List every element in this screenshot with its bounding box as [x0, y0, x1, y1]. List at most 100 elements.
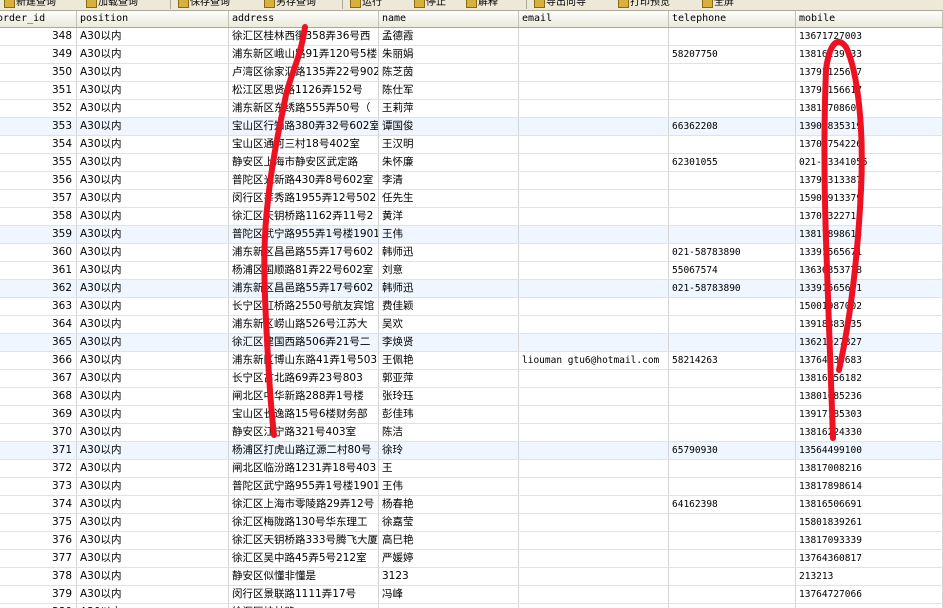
explain-button[interactable]: 解释: [464, 0, 498, 9]
cell-name[interactable]: 彭佳玮: [379, 406, 519, 423]
cell-email[interactable]: [519, 334, 669, 351]
table-row[interactable]: 350 A30以内 卢湾区徐家汇路135弄22号902 陈芝茵 13792125677: [0, 64, 943, 82]
cell-mobile[interactable]: 13792156617: [796, 82, 943, 99]
cell-order-id[interactable]: 348: [0, 28, 77, 45]
cell-address[interactable]: 浦东新区昌邑路55弄17号602: [229, 280, 379, 297]
cell-email[interactable]: [519, 406, 669, 423]
cell-order-id[interactable]: 369: [0, 406, 77, 423]
table-row[interactable]: 362 A30以内 浦东新区昌邑路55弄17号602 韩师迅 021-58783890 1…: [0, 280, 943, 298]
cell-mobile[interactable]: 213213: [796, 568, 943, 585]
cell-name[interactable]: 韩师迅: [379, 280, 519, 297]
cell-order-id[interactable]: 368: [0, 388, 77, 405]
cell-position[interactable]: A30以内: [77, 550, 229, 567]
cell-mobile[interactable]: 13564499100: [796, 442, 943, 459]
cell-order-id[interactable]: 362: [0, 280, 77, 297]
cell-order-id[interactable]: 356: [0, 172, 77, 189]
cell-telephone[interactable]: [669, 370, 796, 387]
stop-button[interactable]: 停止: [412, 0, 446, 9]
cell-mobile[interactable]: 13816239733: [796, 46, 943, 63]
cell-email[interactable]: [519, 46, 669, 63]
column-header-email[interactable]: email: [519, 11, 669, 27]
cell-name[interactable]: 陈洁: [379, 424, 519, 441]
cell-address[interactable]: 长宁区古北路69弄23号803: [229, 370, 379, 387]
cell-address[interactable]: 静安区似懂非懂是: [229, 568, 379, 585]
table-row[interactable]: 377 A30以内 徐汇区吴中路45弄5号212室 严媛婷 13764360817: [0, 550, 943, 568]
table-row[interactable]: 365 A30以内 徐汇区建国西路506弄21号二 李焕贤 13621927827: [0, 334, 943, 352]
cell-mobile[interactable]: 13795313387: [796, 172, 943, 189]
cell-email[interactable]: [519, 172, 669, 189]
cell-mobile[interactable]: 13801685236: [796, 388, 943, 405]
save-query-button[interactable]: 保存查询: [176, 0, 230, 9]
cell-address[interactable]: 静安区江宁路321号403室: [229, 424, 379, 441]
cell-position[interactable]: A30以内: [77, 406, 229, 423]
table-row[interactable]: 375 A30以内 徐汇区梅陇路130号华东理工 徐嘉莹 15801839261: [0, 514, 943, 532]
cell-name[interactable]: 3123: [379, 568, 519, 585]
cell-email[interactable]: [519, 532, 669, 549]
cell-position[interactable]: A30以内: [77, 334, 229, 351]
cell-email[interactable]: [519, 586, 669, 603]
column-header-address[interactable]: address: [229, 11, 379, 27]
cell-mobile[interactable]: 13764236683: [796, 352, 943, 369]
cell-order-id[interactable]: 358: [0, 208, 77, 225]
cell-name[interactable]: 孟德霞: [379, 28, 519, 45]
cell-mobile[interactable]: 13817898614: [796, 478, 943, 495]
cell-position[interactable]: A30以内: [77, 172, 229, 189]
cell-address[interactable]: 卢湾区徐家汇路135弄22号902: [229, 64, 379, 81]
table-row[interactable]: 354 A30以内 宝山区通河三村18号402室 王汉明 13701754226: [0, 136, 943, 154]
table-row[interactable]: 349 A30以内 浦东新区峨山路91弄120号5楼 朱丽娟 58207750 13816…: [0, 46, 943, 64]
cell-telephone[interactable]: [669, 334, 796, 351]
table-row[interactable]: 356 A30以内 普陀区光新路430弄8号602室 李清 13795313387: [0, 172, 943, 190]
cell-mobile[interactable]: 13816224330: [796, 424, 943, 441]
table-row[interactable]: 374 A30以内 徐汇区上海市零陵路29弄12号 杨春艳 64162398 138165…: [0, 496, 943, 514]
cell-address[interactable]: 徐汇区桂林西街358弄36号西: [229, 28, 379, 45]
cell-address[interactable]: 松江区思贤路1126弄152号: [229, 82, 379, 99]
cell-position[interactable]: A30以内: [77, 514, 229, 531]
cell-position[interactable]: A30以内: [77, 28, 229, 45]
cell-order-id[interactable]: 353: [0, 118, 77, 135]
cell-email[interactable]: [519, 100, 669, 117]
cell-telephone[interactable]: [669, 208, 796, 225]
export-wizard-button[interactable]: 导出向导: [532, 0, 586, 9]
cell-address[interactable]: 杨浦区打虎山路辽源二村80号: [229, 442, 379, 459]
cell-order-id[interactable]: 359: [0, 226, 77, 243]
cell-mobile[interactable]: 13817008216: [796, 460, 943, 477]
cell-name[interactable]: 陈仕军: [379, 82, 519, 99]
cell-position[interactable]: A30以内: [77, 298, 229, 315]
cell-address[interactable]: 宝山区长逸路15号6楼财务部: [229, 406, 379, 423]
cell-address[interactable]: 徐汇区天钥桥路1162弄11号2: [229, 208, 379, 225]
cell-name[interactable]: 谭国俊: [379, 118, 519, 135]
cell-order-id[interactable]: 378: [0, 568, 77, 585]
cell-mobile[interactable]: 15001987002: [796, 298, 943, 315]
cell-email[interactable]: [519, 262, 669, 279]
cell-telephone[interactable]: [669, 100, 796, 117]
cell-position[interactable]: A30以内: [77, 478, 229, 495]
cell-address[interactable]: 长宁区虹桥路2550号航友宾馆: [229, 298, 379, 315]
cell-telephone[interactable]: [669, 316, 796, 333]
cell-position[interactable]: A30以内: [77, 388, 229, 405]
cell-address[interactable]: 杨浦区国顺路81弄22号602室: [229, 262, 379, 279]
new-query-button[interactable]: 新建查询: [2, 0, 56, 9]
cell-name[interactable]: 王伟: [379, 226, 519, 243]
cell-address[interactable]: 浦东新区峨山路91弄120号5楼: [229, 46, 379, 63]
cell-name[interactable]: 张玲珏: [379, 388, 519, 405]
cell-mobile[interactable]: 13764360817: [796, 550, 943, 567]
cell-email[interactable]: [519, 496, 669, 513]
cell-position[interactable]: A30以内: [77, 532, 229, 549]
fullscreen-button[interactable]: 全屏: [700, 0, 734, 9]
cell-email[interactable]: [519, 460, 669, 477]
cell-name[interactable]: 朱丽娟: [379, 46, 519, 63]
table-row[interactable]: 370 A30以内 静安区江宁路321号403室 陈洁 13816224330: [0, 424, 943, 442]
cell-address[interactable]: 普陀区光新路430弄8号602室: [229, 172, 379, 189]
cell-address[interactable]: 闸北区中华新路288弄1号楼: [229, 388, 379, 405]
cell-telephone[interactable]: 021-58783890: [669, 244, 796, 261]
cell-telephone[interactable]: 58214263: [669, 352, 796, 369]
cell-email[interactable]: [519, 604, 669, 608]
cell-position[interactable]: A30以内: [77, 226, 229, 243]
cell-name[interactable]: 黄洋: [379, 208, 519, 225]
cell-email[interactable]: [519, 568, 669, 585]
table-row[interactable]: 351 A30以内 松江区思贤路1126弄152号 陈仕军 13792156617: [0, 82, 943, 100]
cell-name[interactable]: 任先生: [379, 190, 519, 207]
cell-order-id[interactable]: 374: [0, 496, 77, 513]
cell-address[interactable]: 闵行区景联路1111弄17号: [229, 586, 379, 603]
cell-address[interactable]: 徐汇区梅陇路130号华东理工: [229, 514, 379, 531]
